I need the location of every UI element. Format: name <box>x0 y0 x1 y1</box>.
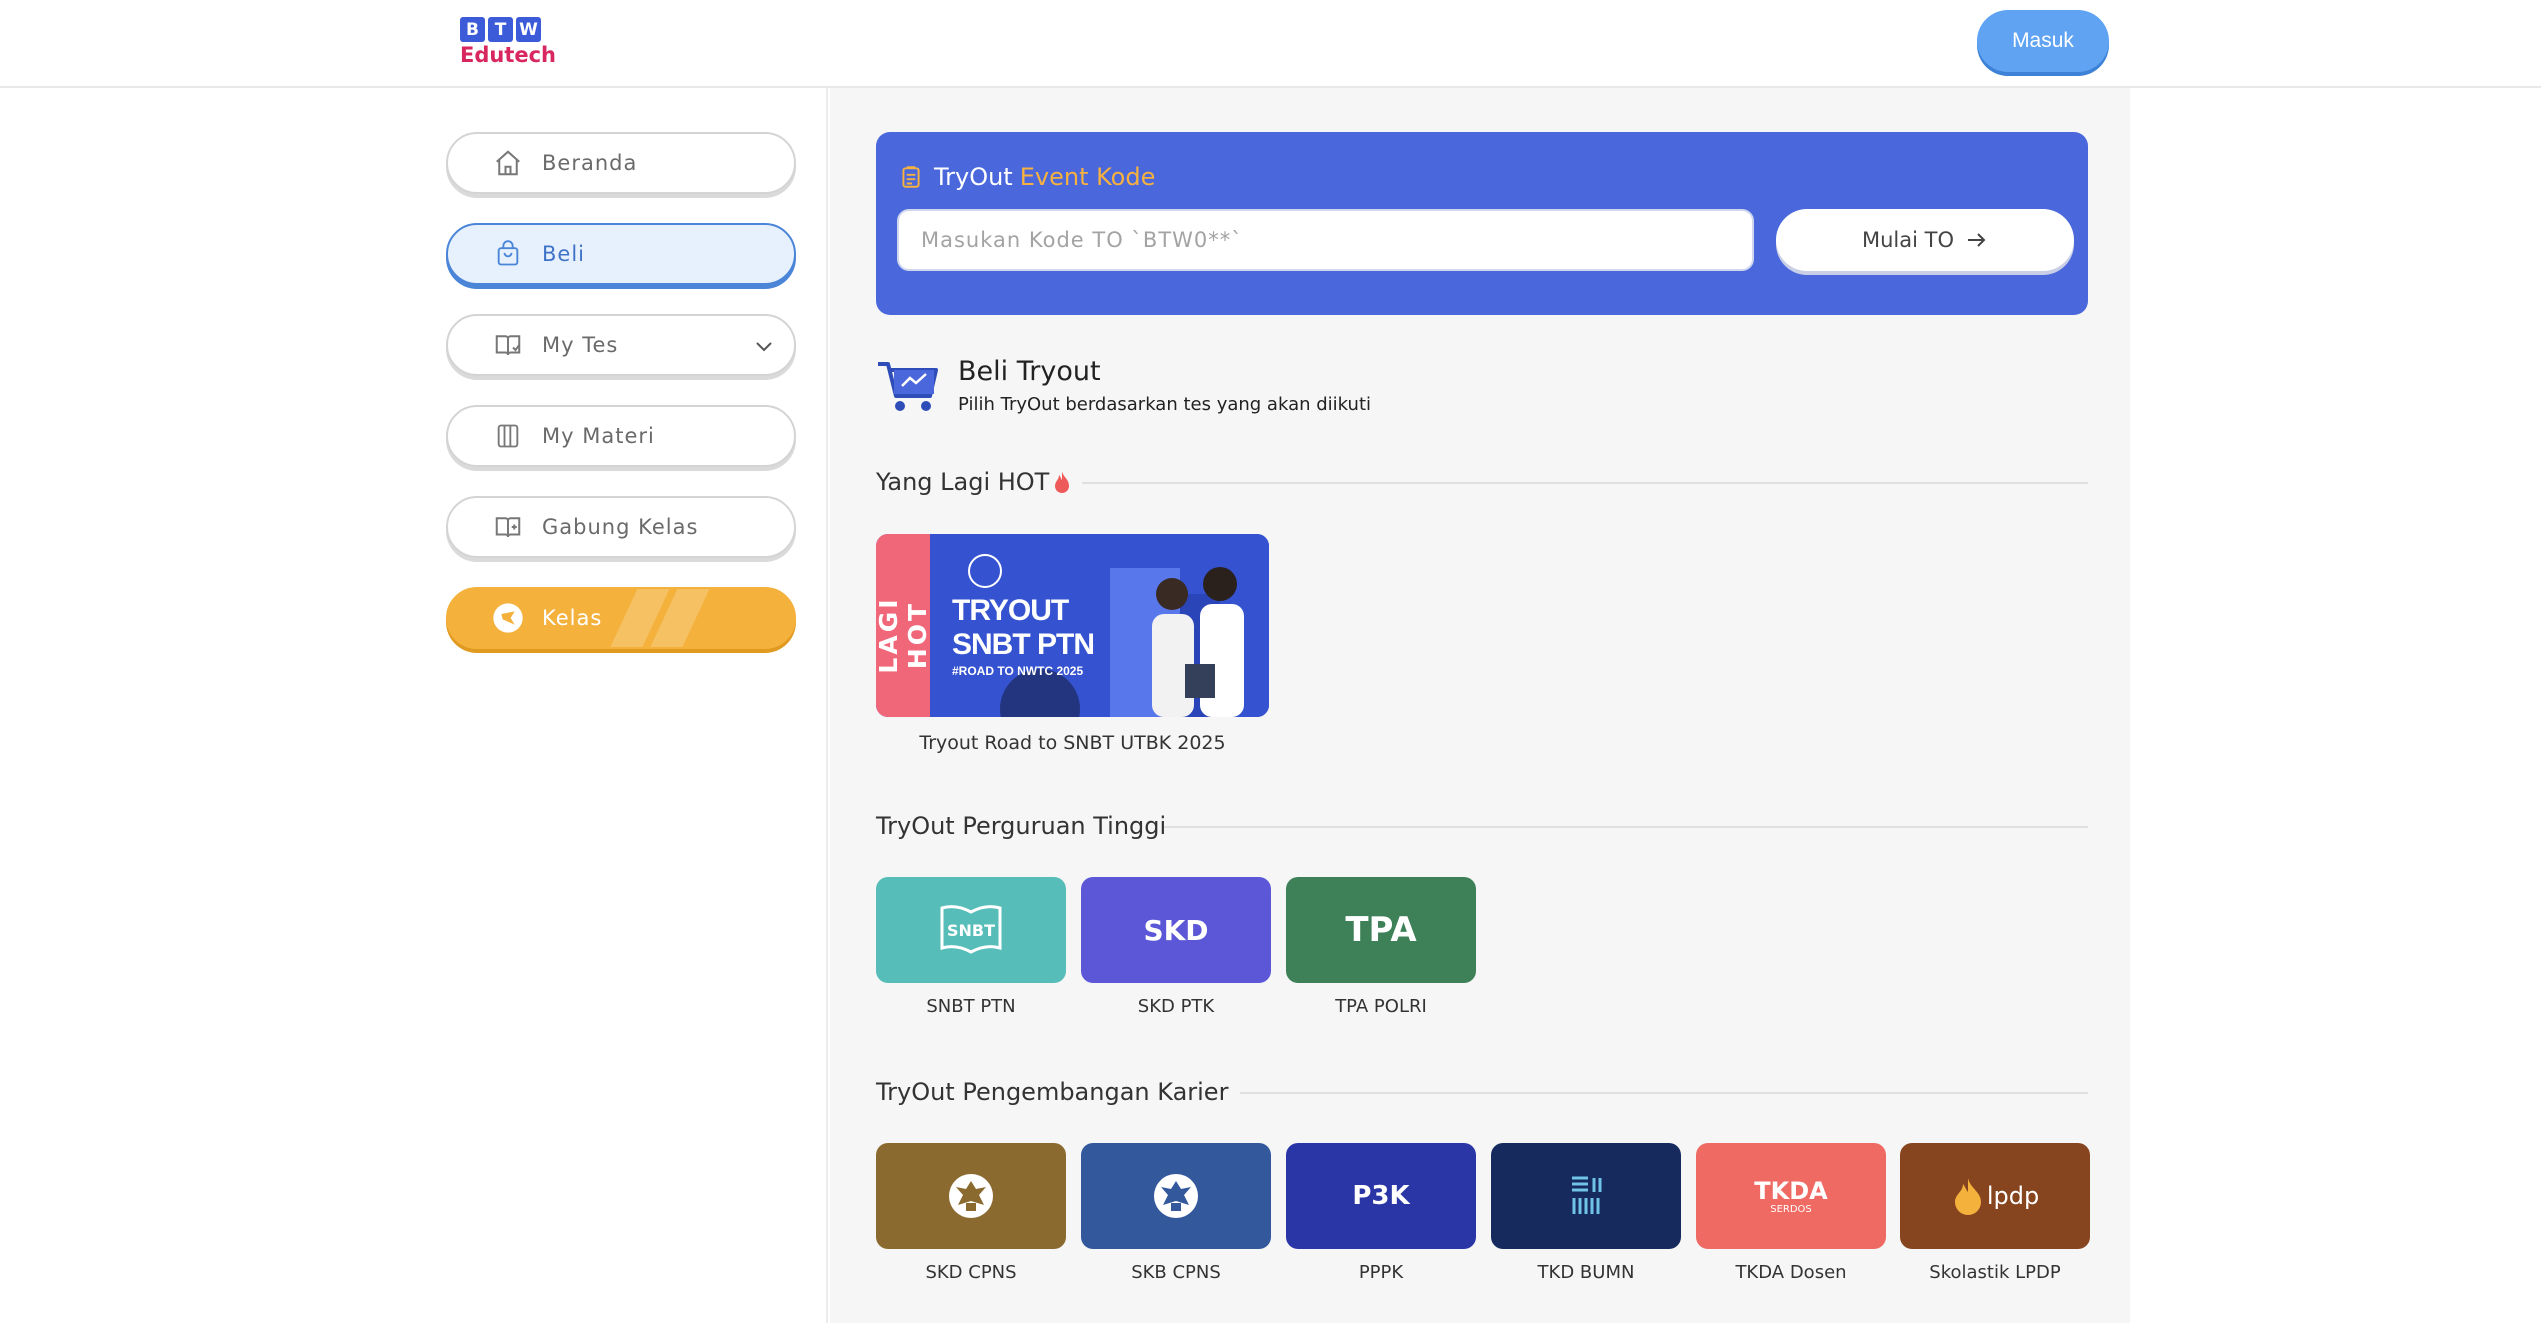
tile-snbt-ptn[interactable]: SNBT <box>876 877 1066 983</box>
sidebar-item-label: Kelas <box>542 606 603 630</box>
hot-badge-text: LAGI HOT <box>876 596 932 674</box>
tile-skolastik-lpdp[interactable]: lpdp <box>1900 1143 2090 1249</box>
book-icon <box>492 329 524 361</box>
banner-line-3: #ROAD TO NWTC 2025 <box>952 664 1084 678</box>
clipboard-icon <box>898 164 924 190</box>
sidebar-item-label: Beranda <box>542 151 638 175</box>
arrow-right-icon <box>1964 228 1988 252</box>
snbt-logo: SNBT <box>940 905 1002 954</box>
sidebar-item-label: Gabung Kelas <box>542 515 699 539</box>
event-code-input[interactable] <box>897 209 1754 271</box>
garuda-emblem-icon <box>1154 1174 1198 1218</box>
sidebar-item-label: Beli <box>542 242 585 266</box>
tile-tkda-dosen[interactable]: TKDA SERDOS <box>1696 1143 1886 1249</box>
tile-label: TKD BUMN <box>1537 1262 1635 1283</box>
top-header: B T W Edutech Masuk <box>0 0 2541 88</box>
tile-tpa-polri[interactable]: TPA <box>1286 877 1476 983</box>
page-title: Beli Tryout <box>958 356 1101 387</box>
section-title-perguruan-tinggi: TryOut Perguruan Tinggi <box>876 812 1167 840</box>
tile-skd-ptk[interactable]: SKD <box>1081 877 1271 983</box>
home-icon <box>492 147 524 179</box>
section-divider <box>1164 826 2088 828</box>
hot-tryout-banner[interactable]: LAGI HOT TRYOUT SNBT PTN #ROAD TO NWTC 2… <box>876 534 1269 717</box>
bumn-logo <box>1572 1176 1602 1214</box>
banner-line-2: SNBT PTN <box>952 628 1095 661</box>
logo-letter-w: W <box>516 17 541 42</box>
tile-label: Skolastik LPDP <box>1929 1262 2061 1283</box>
logo-letter-b: B <box>460 17 485 42</box>
chevron-down-icon[interactable] <box>752 334 776 363</box>
logo-letter-t: T <box>488 17 513 42</box>
tile-label: SKD CPNS <box>925 1262 1017 1283</box>
class-icon <box>492 602 524 634</box>
section-title-pengembangan-karier: TryOut Pengembangan Karier <box>876 1078 1229 1106</box>
shopping-bag-icon <box>492 238 524 270</box>
sidebar-item-gabung-kelas[interactable]: Gabung Kelas <box>446 496 796 558</box>
section-divider <box>1240 1092 2088 1094</box>
section-divider <box>1082 482 2088 484</box>
tile-label: SKB CPNS <box>1131 1262 1221 1283</box>
tpa-logo: TPA <box>1345 910 1417 950</box>
sidebar-item-label: My Materi <box>542 424 655 448</box>
tile-label: SKD PTK <box>1137 996 1215 1017</box>
sidebar-item-my-tes[interactable]: My Tes <box>446 314 796 376</box>
notebook-icon <box>492 420 524 452</box>
tile-label: TPA POLRI <box>1335 996 1427 1017</box>
shopping-cart-icon <box>876 356 940 416</box>
flame-logo-icon <box>1954 1178 1981 1215</box>
sidebar-item-kelas[interactable]: Kelas <box>446 587 796 649</box>
fire-icon <box>1053 470 1071 494</box>
hot-tryout-caption: Tryout Road to SNBT UTBK 2025 <box>919 732 1226 754</box>
beli-tryout-header: Beli Tryout Pilih TryOut berdasarkan tes… <box>876 356 1371 416</box>
sidebar: Beranda Beli My Tes My Materi Gabung Kel… <box>0 88 828 1323</box>
tile-pppk[interactable]: P3K <box>1286 1143 1476 1249</box>
event-title: TryOut Event Kode <box>898 163 1155 191</box>
tile-tkd-bumn[interactable] <box>1491 1143 1681 1249</box>
tile-skb-cpns[interactable] <box>1081 1143 1271 1249</box>
garuda-emblem-icon <box>949 1174 993 1218</box>
tile-label: TKDA Dosen <box>1735 1262 1847 1283</box>
svg-text:SNBT: SNBT <box>947 921 995 940</box>
event-code-card: TryOut Event Kode Mulai TO <box>876 132 2088 315</box>
sidebar-item-label: My Tes <box>542 333 619 357</box>
btw-edutech-logo[interactable]: B T W Edutech <box>460 17 557 71</box>
book-open-icon <box>492 511 524 543</box>
tile-label: PPPK <box>1358 1262 1404 1283</box>
logo-word: Edutech <box>460 43 557 67</box>
banner-line-1: TRYOUT <box>952 594 1069 627</box>
tkda-logo: TKDA <box>1754 1176 1828 1205</box>
tile-label: SNBT PTN <box>926 996 1016 1017</box>
sidebar-item-beli[interactable]: Beli <box>446 223 796 285</box>
tile-skd-cpns[interactable] <box>876 1143 1066 1249</box>
page-subtitle: Pilih TryOut berdasarkan tes yang akan d… <box>958 394 1371 415</box>
lpdp-logo: lpdp <box>1986 1182 2040 1210</box>
sidebar-item-my-materi[interactable]: My Materi <box>446 405 796 467</box>
main-content: TryOut Event Kode Mulai TO Beli Tryout P… <box>830 88 2130 1323</box>
sidebar-item-beranda[interactable]: Beranda <box>446 132 796 194</box>
login-button[interactable]: Masuk <box>1977 10 2109 72</box>
start-tryout-button[interactable]: Mulai TO <box>1776 209 2074 271</box>
skd-logo: SKD <box>1143 913 1209 947</box>
tkda-logo-sub: SERDOS <box>1770 1203 1812 1215</box>
section-title-hot: Yang Lagi HOT <box>876 468 1071 496</box>
p3k-logo: P3K <box>1352 1181 1410 1211</box>
